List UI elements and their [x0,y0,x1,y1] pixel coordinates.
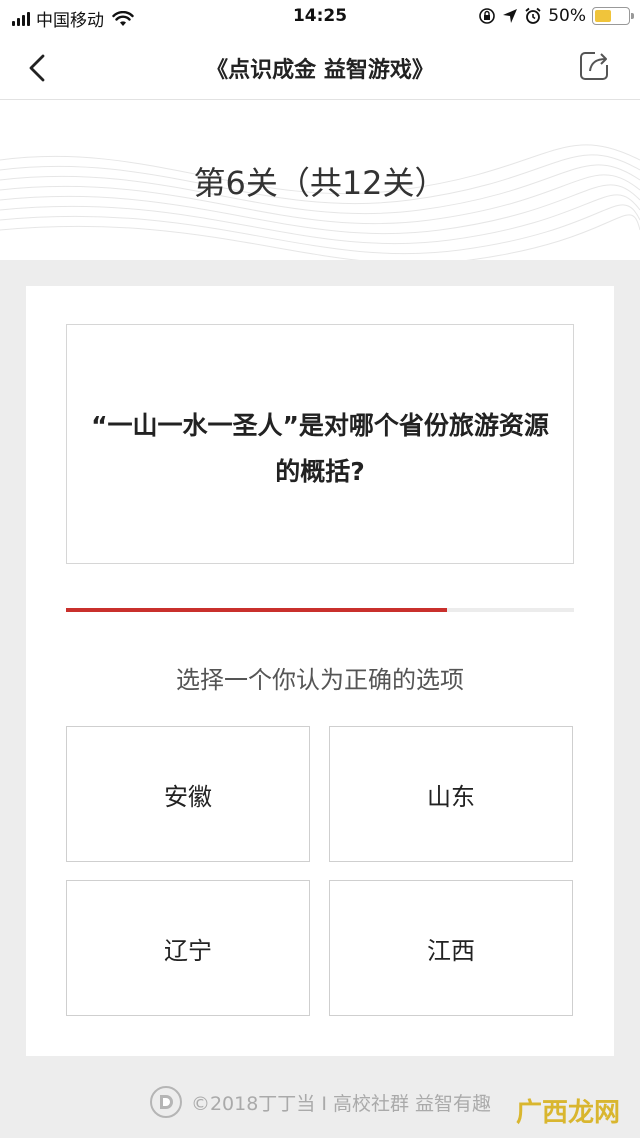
progress-fill [66,608,447,612]
battery-icon [592,7,634,25]
option-label: 江西 [427,936,475,965]
orientation-lock-icon [479,8,496,24]
instruction-text: 选择一个你认为正确的选项 [176,666,464,694]
option-button[interactable]: 安徽 [66,726,310,862]
question-box: “一山一水一圣人”是对哪个省份旅游资源的概括? [66,324,574,564]
status-bar: 中国移动 14:25 50% [0,0,640,36]
footer-text: ©2018丁丁当 I 高校社群 益智有趣 [190,1092,492,1115]
battery-level-fill [595,10,611,22]
dingdingdang-logo-icon [149,1086,182,1118]
option-label: 辽宁 [164,936,212,965]
watermark: 广西龙网 [516,1092,620,1129]
option-button[interactable]: 江西 [329,880,573,1016]
question-text: “一山一水一圣人”是对哪个省份旅游资源的概括? [91,411,549,486]
battery-percent: 50% [548,6,586,26]
watermark-text: 广西龙网 [515,1098,620,1128]
option-label: 山东 [427,782,475,811]
location-icon [503,9,518,23]
progress-bar [66,608,574,612]
level-header: 第6关（共12关） [0,100,640,260]
quiz-card: “一山一水一圣人”是对哪个省份旅游资源的概括? 选择一个你认为正确的选项 安徽 … [26,286,614,1056]
alarm-icon [525,7,541,24]
nav-bar: 《点识成金 益智游戏》 [0,36,640,100]
option-button[interactable]: 山东 [329,726,573,862]
option-label: 安徽 [164,782,212,811]
share-icon[interactable] [576,48,612,84]
page-title: 《点识成金 益智游戏》 [206,58,434,83]
option-button[interactable]: 辽宁 [66,880,310,1016]
level-indicator: 第6关（共12关） [193,164,447,202]
status-right: 50% [478,6,634,26]
